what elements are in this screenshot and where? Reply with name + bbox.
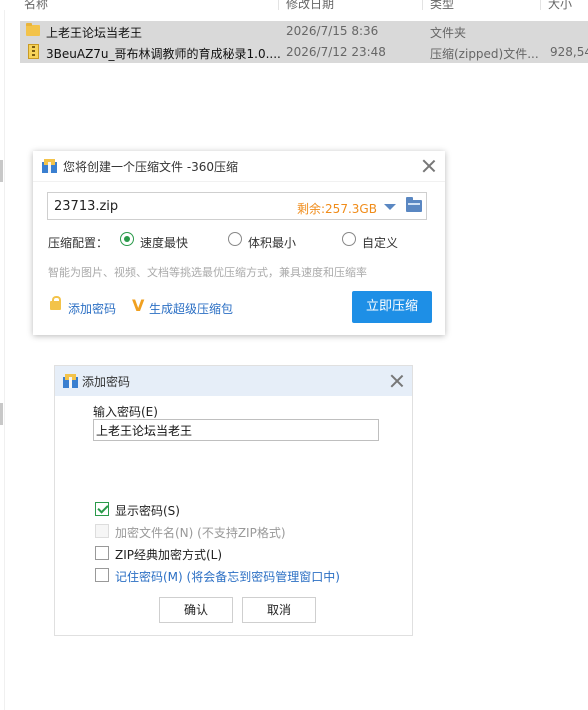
column-separator[interactable] bbox=[422, 0, 423, 10]
password-input[interactable] bbox=[93, 419, 379, 441]
file-row[interactable]: 上老王论坛当老王 2026/7/15 8:36 文件夹 bbox=[20, 21, 588, 42]
column-header-size[interactable]: 大小 bbox=[548, 0, 572, 10]
show-password-label[interactable]: 显示密码(S) bbox=[115, 502, 180, 519]
compress-now-button[interactable]: 立即压缩 bbox=[352, 291, 432, 323]
360zip-app-icon bbox=[63, 374, 78, 388]
file-row[interactable]: 3BeuAZ7u_哥布林调教师的育成秘录1.0.... 2026/7/12 23… bbox=[20, 42, 588, 63]
password-input-label: 输入密码(E) bbox=[93, 405, 158, 419]
close-icon[interactable] bbox=[389, 373, 405, 389]
archive-name-field[interactable]: 23713.zip 剩余:257.3GB bbox=[47, 192, 427, 220]
file-list-header: 名称 修改日期 类型 大小 bbox=[0, 0, 588, 10]
radio-custom-label[interactable]: 自定义 bbox=[362, 234, 398, 251]
disk-space-remaining: 剩余:257.3GB bbox=[297, 202, 377, 216]
compress-config-label: 压缩配置： bbox=[48, 236, 109, 250]
confirm-button[interactable]: 确认 bbox=[159, 597, 233, 623]
file-name: 上老王论坛当老王 bbox=[46, 26, 143, 40]
add-password-link[interactable]: 添加密码 bbox=[68, 300, 116, 317]
password-dialog: 添加密码 输入密码(E) 显示密码(S) 加密文件名(N) (不支持ZIP格式)… bbox=[54, 365, 413, 636]
column-separator[interactable] bbox=[540, 0, 541, 10]
encrypt-filenames-label: 加密文件名(N) (不支持ZIP格式) bbox=[115, 526, 286, 540]
column-header-name[interactable]: 名称 bbox=[24, 0, 48, 10]
radio-fastest-label[interactable]: 速度最快 bbox=[140, 234, 188, 251]
file-type: 压缩(zipped)文件... bbox=[430, 47, 539, 61]
compress-dialog-title: 您将创建一个压缩文件 -360压缩 bbox=[63, 160, 239, 174]
super-v-icon: V bbox=[132, 296, 145, 315]
column-header-type[interactable]: 类型 bbox=[430, 0, 454, 10]
close-icon[interactable] bbox=[421, 158, 437, 174]
password-dialog-titlebar[interactable]: 添加密码 bbox=[55, 366, 412, 396]
super-package-link[interactable]: 生成超级压缩包 bbox=[149, 300, 233, 317]
remember-password-checkbox[interactable] bbox=[95, 568, 109, 582]
remember-password-label[interactable]: 记住密码(M) (将会备忘到密码管理窗口中) bbox=[115, 568, 340, 585]
dropdown-arrow-icon[interactable] bbox=[384, 204, 396, 210]
column-header-date[interactable]: 修改日期 bbox=[286, 0, 334, 10]
password-dialog-title: 添加密码 bbox=[82, 375, 131, 389]
column-separator[interactable] bbox=[278, 0, 279, 10]
radio-smallest[interactable] bbox=[228, 232, 242, 246]
encrypt-filenames-checkbox[interactable] bbox=[95, 524, 109, 538]
folder-icon bbox=[26, 23, 40, 36]
radio-fastest[interactable] bbox=[120, 232, 134, 246]
file-type: 文件夹 bbox=[430, 26, 467, 40]
compress-dialog-titlebar[interactable]: 您将创建一个压缩文件 -360压缩 bbox=[33, 151, 445, 182]
radio-custom[interactable] bbox=[342, 232, 356, 246]
file-date: 2026/7/12 23:48 bbox=[286, 45, 386, 59]
zip-classic-encryption-checkbox[interactable] bbox=[95, 546, 109, 560]
zip-classic-encryption-label[interactable]: ZIP经典加密方式(L) bbox=[115, 546, 222, 563]
cancel-button[interactable]: 取消 bbox=[242, 597, 316, 623]
explorer-edge-marker bbox=[0, 160, 3, 182]
browse-folder-icon[interactable] bbox=[406, 197, 422, 212]
file-size: 928,54 bbox=[550, 45, 588, 59]
lock-icon bbox=[50, 296, 61, 310]
archive-filename[interactable]: 23713.zip bbox=[54, 199, 118, 214]
show-password-checkbox[interactable] bbox=[95, 502, 109, 516]
file-name: 3BeuAZ7u_哥布林调教师的育成秘录1.0.... bbox=[46, 47, 281, 61]
compress-dialog: 您将创建一个压缩文件 -360压缩 23713.zip 剩余:257.3GB 压… bbox=[33, 151, 445, 335]
explorer-edge-marker bbox=[0, 403, 3, 425]
360zip-app-icon bbox=[42, 159, 57, 173]
zip-file-icon bbox=[28, 44, 39, 59]
compress-hint-text: 智能为图片、视频、文档等挑选最优压缩方式，兼具速度和压缩率 bbox=[48, 266, 367, 279]
explorer-left-edge bbox=[0, 0, 5, 710]
radio-smallest-label[interactable]: 体积最小 bbox=[248, 234, 296, 251]
file-date: 2026/7/15 8:36 bbox=[286, 24, 379, 38]
